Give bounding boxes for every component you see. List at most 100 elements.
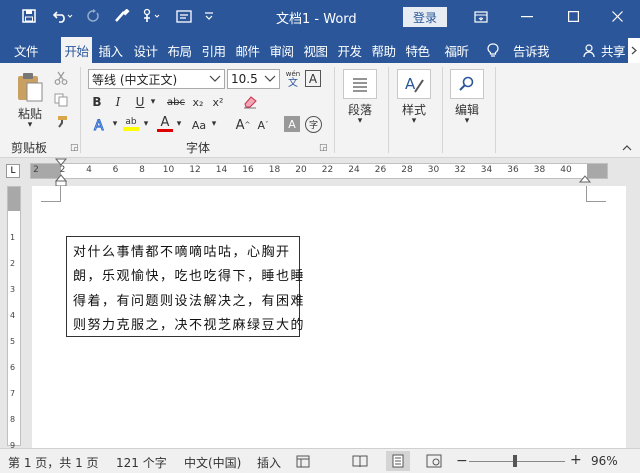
editing-dropdown-icon[interactable]: ▾: [459, 116, 475, 126]
tab-file[interactable]: 文件: [6, 38, 46, 63]
tab-insert[interactable]: 插入: [95, 38, 126, 63]
tab-layout[interactable]: 布局: [164, 38, 195, 63]
underline-dropdown-icon[interactable]: ▾: [148, 96, 158, 108]
font-name-dropdown-icon[interactable]: [209, 72, 221, 84]
styles-icon[interactable]: A: [397, 69, 431, 99]
maximize-icon[interactable]: [550, 0, 596, 33]
read-mode-icon[interactable]: [352, 454, 368, 468]
language-status[interactable]: 中文(中国): [184, 454, 241, 471]
shrink-font-button[interactable]: Aˇ: [254, 115, 272, 135]
tab-review[interactable]: 审阅: [266, 38, 297, 63]
ruler-tick-label: 2: [33, 165, 39, 175]
tab-selector-button[interactable]: L: [6, 164, 20, 178]
horizontal-ruler[interactable]: 2 2 4 6 8 10 12 14 16 18 20 22 24 26 28 30 32 34 36 38 40: [30, 163, 608, 179]
share-person-icon[interactable]: [582, 38, 596, 63]
cut-icon[interactable]: [52, 69, 70, 87]
customize-toolbar-icon[interactable]: [200, 4, 218, 28]
first-line-indent-marker[interactable]: [55, 158, 67, 188]
bold-button[interactable]: B: [89, 93, 105, 111]
page-count-status[interactable]: 第 1 页，共 1 页: [8, 454, 99, 471]
clear-formatting-icon[interactable]: [240, 93, 260, 111]
editing-button[interactable]: 编辑: [445, 101, 489, 117]
editing-search-icon[interactable]: [450, 69, 484, 99]
clipboard-launcher-icon[interactable]: ◲: [70, 143, 79, 153]
font-color-dropdown-icon[interactable]: ▾: [174, 118, 184, 130]
paste-dropdown-icon[interactable]: ▾: [22, 120, 38, 130]
vertical-ruler[interactable]: 123456789: [7, 186, 21, 450]
print-layout-icon[interactable]: [386, 451, 410, 471]
text-line: 得着，有问题则设法解决之，有困难: [73, 293, 306, 309]
zoom-out-icon[interactable]: −: [456, 453, 468, 469]
tell-me-search[interactable]: 告诉我: [508, 38, 554, 63]
save-icon[interactable]: [18, 4, 40, 28]
paragraph-button[interactable]: 段落: [338, 101, 382, 117]
ruler-tick-label: 22: [321, 165, 334, 175]
title-bar: 文档1 - Word 登录: [0, 0, 640, 33]
text-effects-dropdown-icon[interactable]: ▾: [110, 118, 120, 130]
format-painter-brush-icon[interactable]: [52, 113, 70, 131]
tab-references[interactable]: 引用: [198, 38, 229, 63]
paste-button[interactable]: 粘贴: [14, 105, 46, 121]
enclose-characters-button[interactable]: 字: [305, 116, 322, 133]
font-size-dropdown-icon[interactable]: [264, 72, 276, 84]
tab-features[interactable]: 特色: [402, 38, 433, 63]
touch-mode-icon[interactable]: [138, 4, 164, 28]
strikethrough-button[interactable]: abc: [166, 93, 186, 111]
highlight-dropdown-icon[interactable]: ▾: [141, 118, 151, 130]
paragraph-dropdown-icon[interactable]: ▾: [352, 116, 368, 126]
tab-view[interactable]: 视图: [300, 38, 331, 63]
format-painter-icon[interactable]: [111, 4, 133, 28]
redo-icon[interactable]: [83, 4, 103, 28]
grow-font-button[interactable]: A ^: [234, 115, 252, 135]
font-launcher-icon[interactable]: ◲: [319, 143, 328, 153]
share-button[interactable]: 共享: [598, 38, 628, 63]
tabs-scroll-right-icon[interactable]: [628, 38, 640, 63]
paragraph-icon[interactable]: [343, 69, 377, 99]
change-case-dropdown-icon[interactable]: ▾: [209, 118, 219, 130]
lightbulb-icon[interactable]: [484, 38, 502, 63]
clipboard-paste-icon[interactable]: [14, 71, 46, 103]
font-name-combo[interactable]: 等线 (中文正文): [88, 69, 225, 89]
zoom-in-icon[interactable]: +: [570, 452, 582, 468]
superscript-button[interactable]: x²: [210, 93, 226, 111]
highlight-button[interactable]: ab: [121, 114, 141, 134]
minimize-icon[interactable]: [504, 0, 550, 33]
underline-button[interactable]: U: [133, 93, 147, 111]
status-bar: 第 1 页，共 1 页 121 个字 中文(中国) 插入 − + 96%: [0, 448, 640, 473]
tab-mailings[interactable]: 邮件: [232, 38, 263, 63]
text-effects-icon[interactable]: A: [89, 115, 111, 135]
italic-button[interactable]: I: [110, 93, 126, 111]
ruler-tick-label: 18: [268, 165, 281, 175]
form-icon[interactable]: [173, 4, 195, 28]
styles-dropdown-icon[interactable]: ▾: [406, 116, 422, 126]
ribbon-display-options-icon[interactable]: [458, 0, 504, 33]
web-layout-icon[interactable]: [426, 454, 442, 468]
change-case-button[interactable]: Aa: [188, 115, 210, 135]
phonetic-guide-button[interactable]: wén 文: [284, 68, 302, 90]
collapse-ribbon-icon[interactable]: [620, 141, 634, 153]
zoom-slider-thumb[interactable]: [513, 455, 518, 467]
subscript-button[interactable]: x₂: [190, 93, 206, 111]
character-border-button[interactable]: A: [305, 70, 321, 87]
tab-foxit[interactable]: 福昕: [441, 38, 472, 63]
close-icon[interactable]: [594, 0, 640, 33]
word-count-status[interactable]: 121 个字: [116, 454, 167, 471]
document-page[interactable]: 对什么事情都不嘀嘀咕咕，心胸开 朗，乐观愉快，吃也吃得下，睡也睡 得着，有问题则…: [32, 186, 640, 448]
font-size-combo[interactable]: 10.5: [227, 69, 280, 89]
insert-mode-status[interactable]: 插入: [257, 454, 281, 471]
copy-icon[interactable]: [52, 91, 70, 109]
font-color-button[interactable]: A: [156, 114, 174, 134]
styles-button[interactable]: 样式: [392, 101, 436, 117]
macro-record-icon[interactable]: [296, 455, 310, 468]
tab-help[interactable]: 帮助: [368, 38, 399, 63]
right-indent-marker[interactable]: [579, 175, 591, 183]
character-shading-button[interactable]: A: [284, 116, 300, 132]
tab-design[interactable]: 设计: [130, 38, 161, 63]
text-box[interactable]: 对什么事情都不嘀嘀咕咕，心胸开 朗，乐观愉快，吃也吃得下，睡也睡 得着，有问题则…: [66, 236, 306, 337]
undo-icon[interactable]: [48, 4, 78, 28]
zoom-level[interactable]: 96%: [591, 454, 618, 468]
tab-home[interactable]: 开始: [61, 37, 92, 63]
login-button[interactable]: 登录: [403, 7, 447, 27]
tab-developer[interactable]: 开发: [334, 38, 365, 63]
vertical-scrollbar[interactable]: [626, 186, 640, 448]
